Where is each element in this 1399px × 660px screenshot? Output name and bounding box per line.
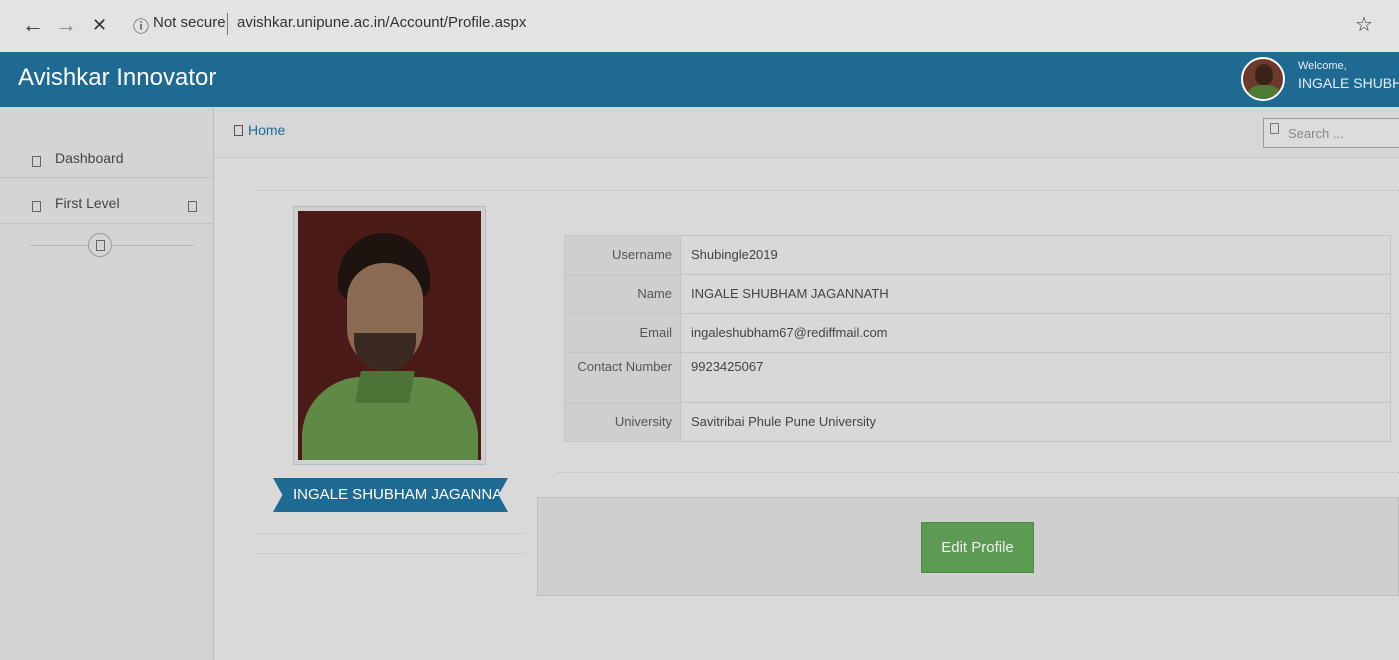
- search-icon: [1270, 123, 1279, 134]
- browser-toolbar: ← → ✕ ⓘ Not secure avishkar.unipune.ac.i…: [0, 0, 1399, 52]
- sidebar-collapse-button[interactable]: [88, 233, 112, 257]
- site-info-icon[interactable]: ⓘ: [133, 13, 149, 37]
- address-bar[interactable]: avishkar.unipune.ac.in/Account/Profile.a…: [237, 14, 526, 31]
- sidebar-item-label: Dashboard: [55, 150, 124, 166]
- field-label: Contact Number: [564, 352, 681, 403]
- url-separator: [227, 13, 228, 35]
- divider: [257, 553, 525, 554]
- sidebar: Dashboard First Level: [0, 107, 214, 660]
- dashboard-icon: [32, 156, 41, 167]
- table-row: Contact Number 9923425067: [564, 352, 1391, 403]
- field-value: INGALE SHUBHAM JAGANNATH: [680, 274, 1391, 314]
- profile-photo: [293, 206, 486, 465]
- field-value: 9923425067: [680, 352, 1391, 403]
- table-row: University Savitribai Phule Pune Univers…: [564, 402, 1391, 442]
- chevron-icon: [188, 201, 197, 212]
- field-label: Name: [564, 274, 681, 314]
- profile-name-ribbon: INGALE SHUBHAM JAGANNATH: [273, 478, 508, 512]
- breadcrumb-home-link[interactable]: Home: [248, 122, 285, 138]
- sidebar-item-first-level[interactable]: First Level: [0, 187, 213, 224]
- breadcrumb: Home: [214, 107, 1399, 158]
- search-input[interactable]: [1263, 118, 1399, 148]
- bookmark-star-icon[interactable]: ☆: [1355, 12, 1373, 38]
- header-user-name[interactable]: INGALE SHUBHAM: [1298, 75, 1399, 91]
- collapse-icon: [96, 240, 105, 251]
- sidebar-item-label: First Level: [55, 195, 120, 211]
- divider: [112, 245, 194, 246]
- welcome-label: Welcome,: [1298, 60, 1347, 72]
- table-row: Username Shubingle2019: [564, 235, 1391, 275]
- forward-arrow-icon[interactable]: →: [55, 12, 77, 38]
- profile-info-table: Username Shubingle2019 Name INGALE SHUBH…: [564, 235, 1391, 442]
- divider: [257, 190, 1399, 191]
- field-label: Username: [564, 235, 681, 275]
- edit-profile-button[interactable]: Edit Profile: [921, 522, 1034, 573]
- table-row: Email ingaleshubham67@rediffmail.com: [564, 313, 1391, 353]
- home-icon: [234, 125, 243, 136]
- divider: [257, 533, 525, 534]
- table-row: Name INGALE SHUBHAM JAGANNATH: [564, 274, 1391, 314]
- security-label: Not secure: [153, 14, 226, 31]
- first-level-icon: [32, 201, 41, 212]
- user-avatar[interactable]: [1241, 57, 1285, 101]
- sidebar-item-dashboard[interactable]: Dashboard: [0, 141, 213, 178]
- divider: [30, 245, 88, 246]
- field-value: Shubingle2019: [680, 235, 1391, 275]
- brand-title[interactable]: Avishkar Innovator: [18, 64, 216, 92]
- field-label: University: [564, 402, 681, 442]
- stop-loading-icon[interactable]: ✕: [92, 12, 107, 38]
- back-arrow-icon[interactable]: ←: [22, 12, 44, 38]
- field-value: Savitribai Phule Pune University: [680, 402, 1391, 442]
- app-header: Avishkar Innovator Welcome, INGALE SHUBH…: [0, 52, 1399, 107]
- field-label: Email: [564, 313, 681, 353]
- divider: [557, 472, 1399, 473]
- profile-name: INGALE SHUBHAM JAGANNATH: [293, 486, 505, 503]
- field-value: ingaleshubham67@rediffmail.com: [680, 313, 1391, 353]
